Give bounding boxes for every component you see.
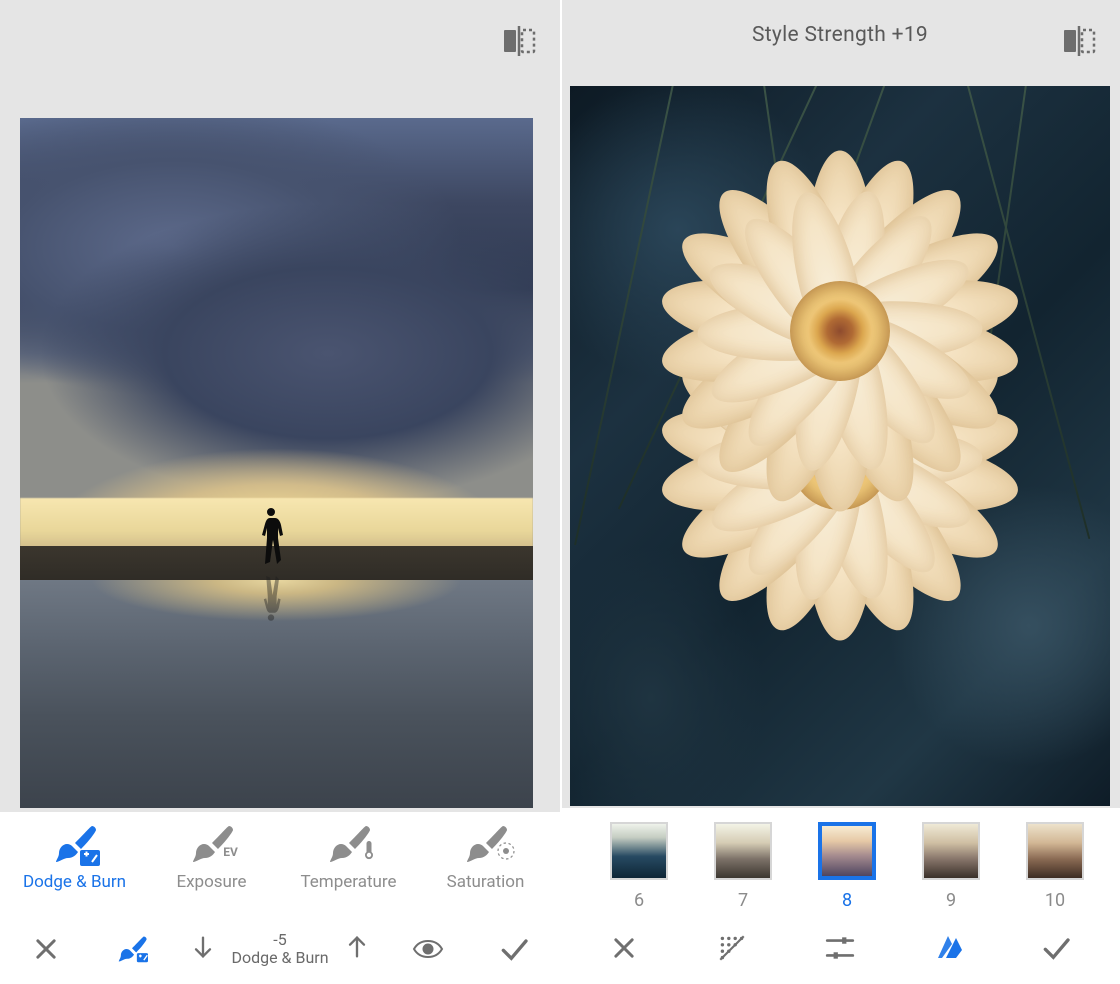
tool-label: Saturation <box>447 872 525 892</box>
parameter-readout: Style Strength +19 <box>560 23 1120 47</box>
decrease-button[interactable] <box>189 933 217 965</box>
apply-button[interactable] <box>1028 932 1084 964</box>
brush-icon <box>326 824 372 864</box>
brush-icon: EV <box>189 824 235 864</box>
style-thumb-8[interactable]: 8 <box>818 822 876 911</box>
style-thumb-10[interactable]: 10 <box>1026 822 1084 911</box>
tool-saturation[interactable]: Saturation <box>417 824 554 892</box>
topbar-right: Style Strength +19 <box>560 0 1120 70</box>
texture-button[interactable] <box>704 932 760 964</box>
subject-silhouette <box>256 504 286 568</box>
compare-icon[interactable] <box>502 26 536 56</box>
tool-exposure[interactable]: EV Exposure <box>143 824 280 892</box>
compare-icon[interactable] <box>1062 26 1096 56</box>
brush-tools-panel: Dodge & Burn EV Exposure <box>0 812 560 984</box>
mask-view-button[interactable] <box>400 933 456 965</box>
style-thumb-7[interactable]: 7 <box>714 822 772 911</box>
edit-canvas[interactable] <box>570 86 1110 806</box>
cancel-button[interactable] <box>18 935 74 963</box>
value-stepper: -5 Dodge & Burn <box>189 931 370 968</box>
cancel-button[interactable] <box>596 934 652 962</box>
style-thumbnails[interactable]: 6 7 8 9 10 <box>560 808 1120 911</box>
aperture-icon <box>497 842 515 864</box>
styles-button[interactable] <box>920 932 976 964</box>
thumb-label: 8 <box>842 890 852 911</box>
thumb-label: 6 <box>634 890 644 911</box>
increase-button[interactable] <box>343 933 371 965</box>
stepper-value: -5 <box>231 931 328 949</box>
edit-canvas[interactable] <box>20 118 533 808</box>
ev-badge: EV <box>221 844 241 860</box>
stepper-readout: -5 Dodge & Burn <box>231 931 328 968</box>
brush-mode-button[interactable] <box>104 933 160 965</box>
dodge-burn-badge-icon <box>80 850 100 866</box>
screen-brush-editor: Dodge & Burn EV Exposure <box>0 0 560 984</box>
screen-divider <box>560 0 562 984</box>
style-panel: 6 7 8 9 10 <box>560 808 1120 984</box>
tool-label: Exposure <box>176 872 246 892</box>
tool-label: Dodge & Burn <box>23 872 126 892</box>
thermometer-icon <box>362 840 376 864</box>
thumb-label: 10 <box>1045 890 1065 911</box>
apply-button[interactable] <box>486 933 542 965</box>
topbar-left <box>0 0 560 70</box>
screen-style-picker: Style Strength +19 6 7 <box>560 0 1120 984</box>
thumb-label: 9 <box>946 890 956 911</box>
action-row <box>560 912 1120 984</box>
action-row: -5 Dodge & Burn <box>0 914 560 984</box>
subject-flower-secondary <box>675 166 1005 496</box>
thumb-label: 7 <box>738 890 748 911</box>
stepper-tool: Dodge & Burn <box>231 949 328 967</box>
brush-tool-row: Dodge & Burn EV Exposure <box>0 820 560 892</box>
style-thumb-9[interactable]: 9 <box>922 822 980 911</box>
style-thumb-6[interactable]: 6 <box>610 822 668 911</box>
brush-icon <box>463 824 509 864</box>
tool-temperature[interactable]: Temperature <box>280 824 417 892</box>
tool-dodge-burn[interactable]: Dodge & Burn <box>6 824 143 892</box>
adjust-button[interactable] <box>812 932 868 964</box>
brush-icon <box>52 824 98 864</box>
tool-label: Temperature <box>300 872 396 892</box>
